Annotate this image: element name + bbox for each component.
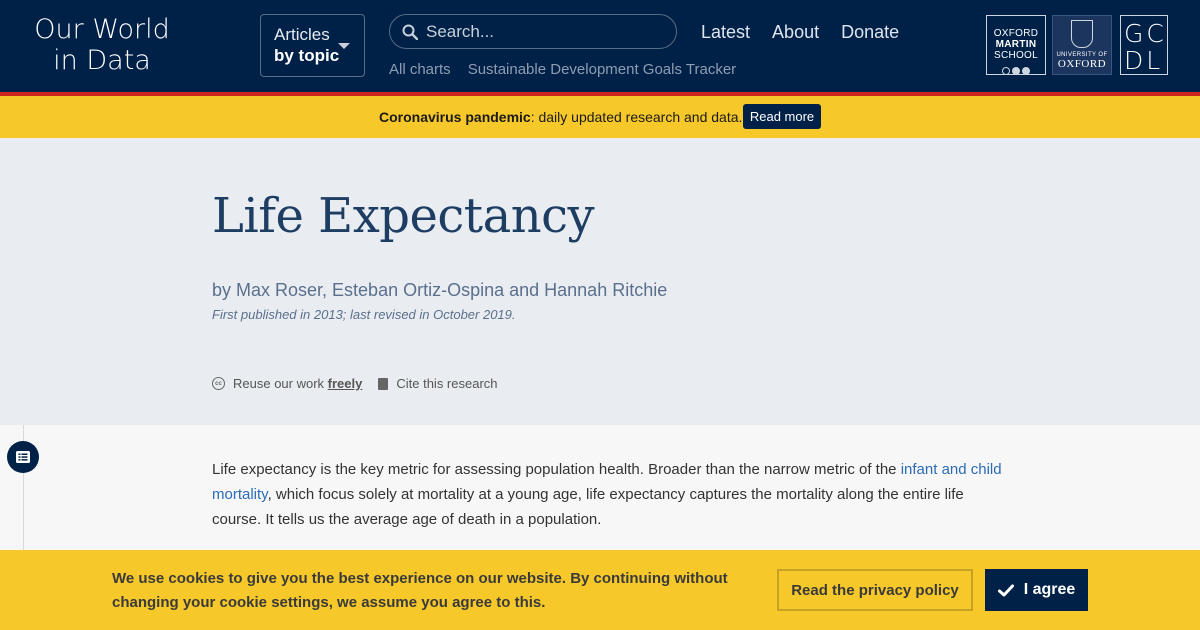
read-more-button[interactable]: Read more	[743, 104, 821, 129]
oxford-name: OXFORD	[1057, 58, 1107, 70]
cite-research-link[interactable]: Cite this research	[378, 376, 498, 391]
reuse-prefix: Reuse our work	[233, 376, 328, 391]
announcement-bold[interactable]: Coronavirus pandemic	[379, 109, 531, 125]
sub-nav: All charts Sustainable Development Goals…	[389, 61, 736, 78]
site-header: Our World in Data Articles by topic Late…	[0, 0, 1200, 92]
article-header: Life Expectancy by Max Roser, Esteban Or…	[0, 138, 1200, 425]
gcdl-line-2: DL	[1124, 46, 1164, 75]
privacy-policy-button[interactable]: Read the privacy policy	[777, 569, 973, 611]
search-box	[389, 14, 677, 49]
nav-sdg-tracker[interactable]: Sustainable Development Goals Tracker	[468, 61, 736, 78]
nav-donate[interactable]: Donate	[841, 22, 899, 43]
nav-all-charts[interactable]: All charts	[389, 61, 451, 78]
reuse-work-link[interactable]: cc Reuse our work freely	[212, 376, 362, 391]
agree-label: I agree	[1023, 581, 1076, 598]
agree-button[interactable]: I agree	[985, 569, 1088, 611]
check-icon	[997, 584, 1014, 596]
oxford-martin-school-logo[interactable]: OXFORD MARTIN SCHOOL	[986, 15, 1046, 75]
page-title: Life Expectancy	[212, 188, 595, 244]
topics-label-1: Articles	[274, 25, 330, 44]
reuse-text: Reuse our work freely	[233, 376, 362, 391]
main-nav: Latest About Donate	[701, 22, 899, 43]
announcement-rest: : daily updated research and data.	[530, 109, 743, 125]
article-intro-paragraph: Life expectancy is the key metric for as…	[212, 457, 1012, 532]
creative-commons-icon: cc	[212, 377, 225, 390]
search-input[interactable]	[426, 21, 656, 42]
gcdl-line-1: GC	[1124, 19, 1167, 48]
nav-latest[interactable]: Latest	[701, 22, 750, 43]
logo-line-2: in Data	[53, 45, 151, 76]
book-icon	[378, 377, 389, 390]
announcement-text: Coronavirus pandemic: daily updated rese…	[379, 109, 742, 125]
search-icon	[402, 24, 419, 45]
intro-text-1: Life expectancy is the key metric for as…	[212, 461, 901, 478]
site-logo[interactable]: Our World in Data	[32, 14, 172, 76]
oms-dots-icon	[987, 67, 1045, 75]
article-tools: cc Reuse our work freely Cite this resea…	[212, 376, 498, 391]
chevron-down-icon	[338, 43, 350, 49]
article-published-date: First published in 2013; last revised in…	[212, 307, 516, 322]
logo-line-1: Our World	[34, 14, 170, 45]
cite-text: Cite this research	[396, 376, 498, 391]
cookie-banner: We use cookies to give you the best expe…	[0, 550, 1200, 630]
intro-text-2: , which focus solely at mortality at a y…	[212, 486, 964, 528]
reuse-freely-link[interactable]: freely	[328, 376, 363, 391]
cookie-message: We use cookies to give you the best expe…	[112, 570, 728, 611]
articles-by-topic-button[interactable]: Articles by topic	[260, 14, 365, 77]
oxford-crest-icon	[1071, 20, 1093, 48]
table-of-contents-button[interactable]	[7, 441, 39, 473]
oms-line-2: MARTIN	[995, 39, 1037, 50]
nav-about[interactable]: About	[772, 22, 819, 43]
oms-line-3: SCHOOL	[993, 50, 1039, 61]
topics-label-2: by topic	[274, 46, 340, 65]
gcdl-logo[interactable]: GC DL	[1120, 15, 1168, 75]
oms-line-1: OXFORD	[993, 28, 1039, 39]
list-icon	[16, 451, 30, 463]
announcement-bar: Coronavirus pandemic: daily updated rese…	[0, 96, 1200, 138]
article-authors: by Max Roser, Esteban Ortiz-Ospina and H…	[212, 280, 668, 300]
university-of-oxford-logo[interactable]: UNIVERSITY OF OXFORD	[1052, 15, 1112, 75]
